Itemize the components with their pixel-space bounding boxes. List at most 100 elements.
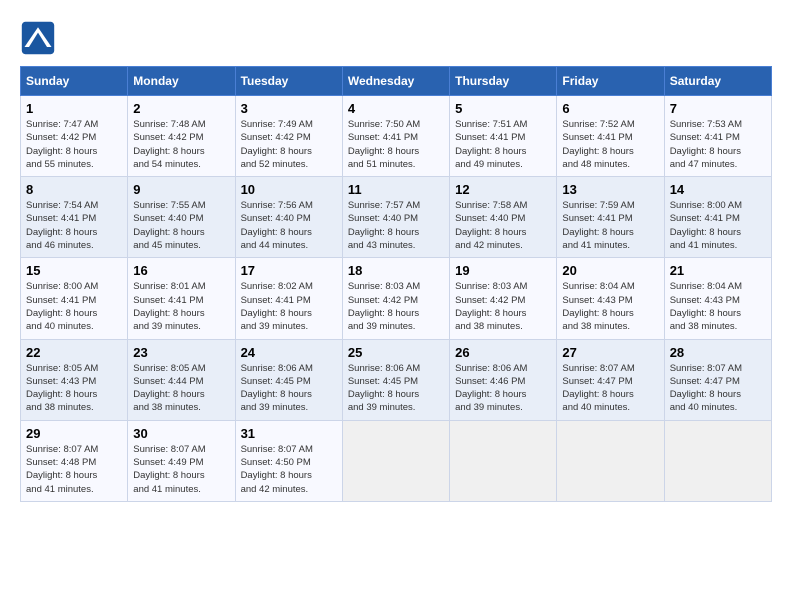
day-info: Sunrise: 8:06 AM Sunset: 4:46 PM Dayligh… (455, 362, 551, 415)
calendar-day-6: 6 Sunrise: 7:52 AM Sunset: 4:41 PM Daylig… (557, 96, 664, 177)
day-info: Sunrise: 8:04 AM Sunset: 4:43 PM Dayligh… (670, 280, 766, 333)
day-number: 27 (562, 345, 658, 360)
day-info: Sunrise: 7:51 AM Sunset: 4:41 PM Dayligh… (455, 118, 551, 171)
day-number: 17 (241, 263, 337, 278)
day-info: Sunrise: 7:54 AM Sunset: 4:41 PM Dayligh… (26, 199, 122, 252)
calendar-day-empty (557, 420, 664, 501)
weekday-header-row: SundayMondayTuesdayWednesdayThursdayFrid… (21, 67, 772, 96)
calendar-day-11: 11 Sunrise: 7:57 AM Sunset: 4:40 PM Dayli… (342, 177, 449, 258)
day-info: Sunrise: 7:47 AM Sunset: 4:42 PM Dayligh… (26, 118, 122, 171)
calendar-table: SundayMondayTuesdayWednesdayThursdayFrid… (20, 66, 772, 502)
day-number: 25 (348, 345, 444, 360)
calendar-day-25: 25 Sunrise: 8:06 AM Sunset: 4:45 PM Dayli… (342, 339, 449, 420)
calendar-day-17: 17 Sunrise: 8:02 AM Sunset: 4:41 PM Dayli… (235, 258, 342, 339)
day-number: 6 (562, 101, 658, 116)
day-number: 12 (455, 182, 551, 197)
day-info: Sunrise: 7:57 AM Sunset: 4:40 PM Dayligh… (348, 199, 444, 252)
day-number: 5 (455, 101, 551, 116)
calendar-day-31: 31 Sunrise: 8:07 AM Sunset: 4:50 PM Dayli… (235, 420, 342, 501)
calendar-week-3: 15 Sunrise: 8:00 AM Sunset: 4:41 PM Dayli… (21, 258, 772, 339)
day-number: 10 (241, 182, 337, 197)
day-info: Sunrise: 8:00 AM Sunset: 4:41 PM Dayligh… (670, 199, 766, 252)
day-number: 16 (133, 263, 229, 278)
day-number: 31 (241, 426, 337, 441)
day-number: 22 (26, 345, 122, 360)
calendar-day-8: 8 Sunrise: 7:54 AM Sunset: 4:41 PM Daylig… (21, 177, 128, 258)
day-number: 18 (348, 263, 444, 278)
calendar-week-2: 8 Sunrise: 7:54 AM Sunset: 4:41 PM Daylig… (21, 177, 772, 258)
day-number: 13 (562, 182, 658, 197)
day-number: 19 (455, 263, 551, 278)
day-info: Sunrise: 8:07 AM Sunset: 4:48 PM Dayligh… (26, 443, 122, 496)
calendar-day-19: 19 Sunrise: 8:03 AM Sunset: 4:42 PM Dayli… (450, 258, 557, 339)
day-number: 21 (670, 263, 766, 278)
day-info: Sunrise: 8:03 AM Sunset: 4:42 PM Dayligh… (455, 280, 551, 333)
day-number: 8 (26, 182, 122, 197)
day-number: 11 (348, 182, 444, 197)
day-info: Sunrise: 8:07 AM Sunset: 4:49 PM Dayligh… (133, 443, 229, 496)
calendar-day-7: 7 Sunrise: 7:53 AM Sunset: 4:41 PM Daylig… (664, 96, 771, 177)
day-number: 2 (133, 101, 229, 116)
calendar-day-23: 23 Sunrise: 8:05 AM Sunset: 4:44 PM Dayli… (128, 339, 235, 420)
calendar-day-30: 30 Sunrise: 8:07 AM Sunset: 4:49 PM Dayli… (128, 420, 235, 501)
day-info: Sunrise: 7:55 AM Sunset: 4:40 PM Dayligh… (133, 199, 229, 252)
day-info: Sunrise: 8:05 AM Sunset: 4:44 PM Dayligh… (133, 362, 229, 415)
day-number: 3 (241, 101, 337, 116)
calendar-day-27: 27 Sunrise: 8:07 AM Sunset: 4:47 PM Dayli… (557, 339, 664, 420)
calendar-day-28: 28 Sunrise: 8:07 AM Sunset: 4:47 PM Dayli… (664, 339, 771, 420)
calendar-week-1: 1 Sunrise: 7:47 AM Sunset: 4:42 PM Daylig… (21, 96, 772, 177)
day-info: Sunrise: 8:07 AM Sunset: 4:50 PM Dayligh… (241, 443, 337, 496)
day-number: 24 (241, 345, 337, 360)
day-info: Sunrise: 8:05 AM Sunset: 4:43 PM Dayligh… (26, 362, 122, 415)
calendar-day-empty (342, 420, 449, 501)
day-number: 9 (133, 182, 229, 197)
weekday-header-wednesday: Wednesday (342, 67, 449, 96)
calendar-day-29: 29 Sunrise: 8:07 AM Sunset: 4:48 PM Dayli… (21, 420, 128, 501)
day-number: 15 (26, 263, 122, 278)
weekday-header-thursday: Thursday (450, 67, 557, 96)
calendar-week-4: 22 Sunrise: 8:05 AM Sunset: 4:43 PM Dayli… (21, 339, 772, 420)
day-number: 23 (133, 345, 229, 360)
calendar-day-21: 21 Sunrise: 8:04 AM Sunset: 4:43 PM Dayli… (664, 258, 771, 339)
calendar-day-2: 2 Sunrise: 7:48 AM Sunset: 4:42 PM Daylig… (128, 96, 235, 177)
day-info: Sunrise: 7:50 AM Sunset: 4:41 PM Dayligh… (348, 118, 444, 171)
calendar-day-empty (664, 420, 771, 501)
day-info: Sunrise: 7:59 AM Sunset: 4:41 PM Dayligh… (562, 199, 658, 252)
calendar-day-18: 18 Sunrise: 8:03 AM Sunset: 4:42 PM Dayli… (342, 258, 449, 339)
calendar-day-empty (450, 420, 557, 501)
day-info: Sunrise: 7:48 AM Sunset: 4:42 PM Dayligh… (133, 118, 229, 171)
day-info: Sunrise: 8:06 AM Sunset: 4:45 PM Dayligh… (241, 362, 337, 415)
calendar-day-10: 10 Sunrise: 7:56 AM Sunset: 4:40 PM Dayli… (235, 177, 342, 258)
calendar-day-13: 13 Sunrise: 7:59 AM Sunset: 4:41 PM Dayli… (557, 177, 664, 258)
day-info: Sunrise: 7:56 AM Sunset: 4:40 PM Dayligh… (241, 199, 337, 252)
day-info: Sunrise: 7:53 AM Sunset: 4:41 PM Dayligh… (670, 118, 766, 171)
calendar-day-24: 24 Sunrise: 8:06 AM Sunset: 4:45 PM Dayli… (235, 339, 342, 420)
day-info: Sunrise: 7:58 AM Sunset: 4:40 PM Dayligh… (455, 199, 551, 252)
weekday-header-sunday: Sunday (21, 67, 128, 96)
day-number: 20 (562, 263, 658, 278)
weekday-header-friday: Friday (557, 67, 664, 96)
calendar-day-4: 4Sunrise: 7:50 AM Sunset: 4:41 PM Daylig… (342, 96, 449, 177)
day-info: Sunrise: 8:03 AM Sunset: 4:42 PM Dayligh… (348, 280, 444, 333)
day-number: 30 (133, 426, 229, 441)
weekday-header-monday: Monday (128, 67, 235, 96)
day-number: 1 (26, 101, 122, 116)
day-info: Sunrise: 8:00 AM Sunset: 4:41 PM Dayligh… (26, 280, 122, 333)
day-info: Sunrise: 7:49 AM Sunset: 4:42 PM Dayligh… (241, 118, 337, 171)
calendar-day-12: 12 Sunrise: 7:58 AM Sunset: 4:40 PM Dayli… (450, 177, 557, 258)
day-info: Sunrise: 8:06 AM Sunset: 4:45 PM Dayligh… (348, 362, 444, 415)
day-number: 28 (670, 345, 766, 360)
day-number: 7 (670, 101, 766, 116)
calendar-day-1: 1 Sunrise: 7:47 AM Sunset: 4:42 PM Daylig… (21, 96, 128, 177)
day-number: 29 (26, 426, 122, 441)
day-info: Sunrise: 8:01 AM Sunset: 4:41 PM Dayligh… (133, 280, 229, 333)
weekday-header-tuesday: Tuesday (235, 67, 342, 96)
day-info: Sunrise: 7:52 AM Sunset: 4:41 PM Dayligh… (562, 118, 658, 171)
day-info: Sunrise: 8:02 AM Sunset: 4:41 PM Dayligh… (241, 280, 337, 333)
calendar-day-9: 9 Sunrise: 7:55 AM Sunset: 4:40 PM Daylig… (128, 177, 235, 258)
day-info: Sunrise: 8:07 AM Sunset: 4:47 PM Dayligh… (562, 362, 658, 415)
calendar-day-14: 14Sunrise: 8:00 AM Sunset: 4:41 PM Dayli… (664, 177, 771, 258)
day-info: Sunrise: 8:07 AM Sunset: 4:47 PM Dayligh… (670, 362, 766, 415)
general-blue-logo-icon (20, 20, 56, 56)
calendar-day-16: 16 Sunrise: 8:01 AM Sunset: 4:41 PM Dayli… (128, 258, 235, 339)
